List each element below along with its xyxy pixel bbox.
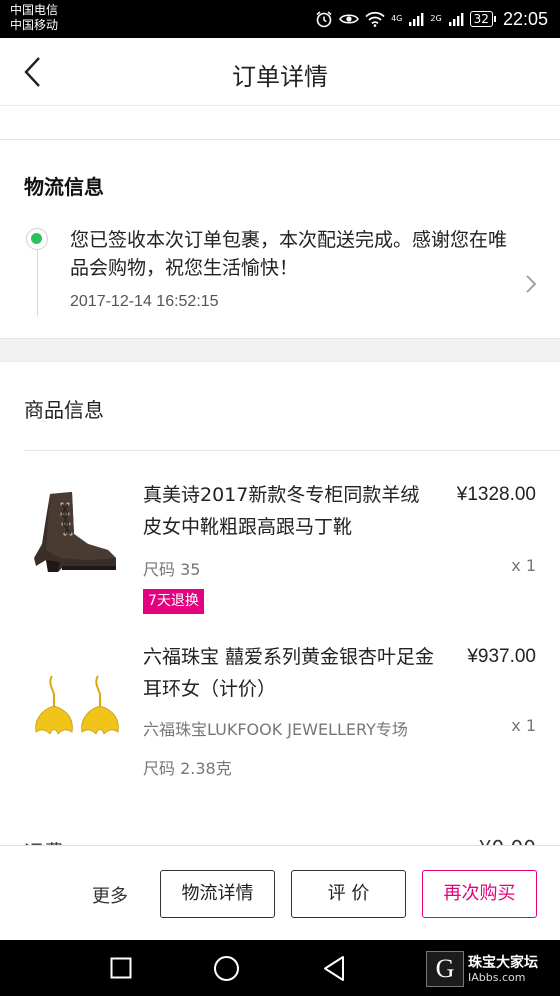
watermark-name: 珠宝大家坛 bbox=[468, 954, 538, 971]
watermark-url: IAbbs.com bbox=[468, 970, 526, 984]
carrier-1: 中国电信 bbox=[10, 3, 59, 17]
battery-icon: 32 bbox=[469, 11, 497, 27]
recent-apps-icon[interactable] bbox=[110, 957, 132, 979]
product-spec-boot: 尺码 35 bbox=[143, 560, 201, 579]
product-spec-earring: 尺码 2.38克 bbox=[143, 759, 232, 778]
return-policy-badge: 7天退换 bbox=[143, 589, 204, 614]
logistics-message: 您已签收本次订单包裹，本次配送完成。感谢您在唯品会购物，祝您生活愉快！ bbox=[70, 229, 508, 279]
clock: 22:05 bbox=[502, 8, 548, 29]
product-store: 六福珠宝LUKFOOK JEWELLERY专场 bbox=[143, 720, 408, 739]
status-icons: 4G 2G 32 22:05 bbox=[315, 0, 548, 38]
product-price-boot: ¥1328.00 bbox=[456, 484, 536, 505]
alarm-icon bbox=[316, 11, 332, 28]
review-button[interactable]: 评 价 bbox=[291, 870, 406, 918]
earring-product-image[interactable] bbox=[28, 672, 124, 742]
nav-bar: 订单详情 bbox=[0, 38, 560, 106]
section-divider bbox=[0, 338, 560, 362]
home-icon[interactable] bbox=[213, 955, 240, 982]
carrier-2: 中国移动 bbox=[10, 18, 59, 32]
boot-product-image[interactable] bbox=[28, 488, 124, 580]
network-type-1: 4G bbox=[391, 14, 403, 23]
watermark: G 珠宝大家坛 IAbbs.com bbox=[426, 950, 538, 988]
goods-title: 商品信息 bbox=[24, 398, 104, 422]
product-price-earring: ¥937.00 bbox=[467, 646, 536, 667]
chevron-right-icon[interactable] bbox=[522, 272, 540, 296]
logistics-time: 2017-12-14 16:52:15 bbox=[70, 293, 219, 310]
carrier-info: 中国电信 中国移动 bbox=[10, 3, 58, 33]
product-name-earring[interactable]: 六福珠宝 囍爱系列黄金银杏叶足金耳环女（计价） bbox=[143, 641, 438, 705]
signal-icon-2 bbox=[448, 13, 464, 26]
watermark-logo: G bbox=[426, 951, 464, 987]
logistics-detail-button[interactable]: 物流详情 bbox=[160, 870, 275, 918]
product-qty-boot: x 1 bbox=[511, 556, 536, 575]
wifi-icon bbox=[365, 11, 385, 27]
timeline-line bbox=[37, 240, 38, 316]
logistics-title: 物流信息 bbox=[24, 175, 104, 199]
page-title: 订单详情 bbox=[232, 63, 328, 91]
collapsed-section bbox=[0, 106, 560, 140]
product-name-boot[interactable]: 真美诗2017新款冬专柜同款羊绒皮女中靴粗跟高跟马丁靴 bbox=[143, 479, 438, 543]
rebuy-button[interactable]: 再次购买 bbox=[422, 870, 537, 918]
status-dot-icon bbox=[26, 228, 48, 250]
goods-divider bbox=[24, 450, 560, 451]
action-bar: 更多 物流详情 评 价 再次购买 bbox=[0, 845, 560, 940]
status-bar: 中国电信 中国移动 4G 2G 32 22:05 bbox=[0, 0, 560, 38]
more-button[interactable]: 更多 bbox=[92, 882, 128, 908]
network-type-2: 2G bbox=[430, 14, 442, 23]
signal-icon bbox=[409, 13, 424, 26]
eye-icon bbox=[339, 14, 360, 24]
product-qty-earring: x 1 bbox=[511, 716, 536, 735]
back-triangle-icon[interactable] bbox=[322, 955, 346, 982]
system-nav-bar: G 珠宝大家坛 IAbbs.com bbox=[0, 940, 560, 996]
